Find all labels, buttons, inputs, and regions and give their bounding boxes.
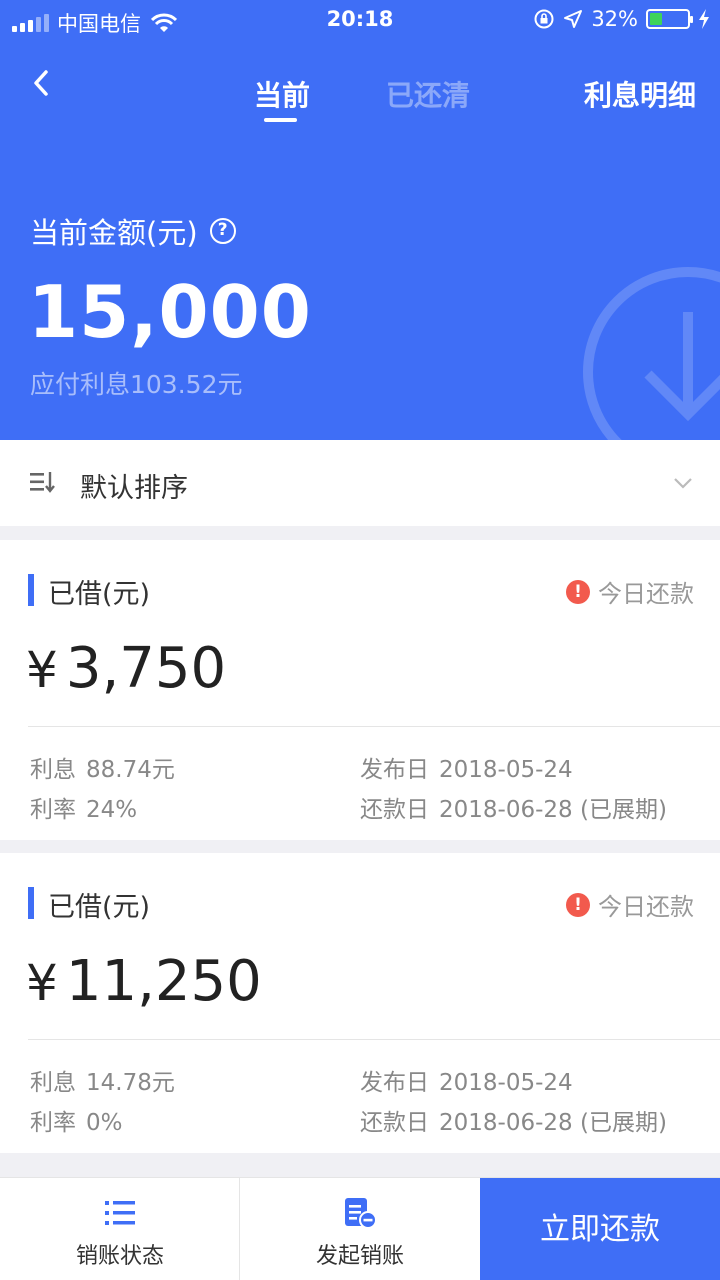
due-today-badge: ! 今日还款 — [566, 574, 694, 609]
status-bar: 中国电信 20:18 32% — [0, 0, 720, 40]
chevron-left-icon — [34, 70, 48, 96]
current-amount-label: 当前金额(元) ? — [30, 210, 236, 252]
loan-issue-key: 发布日 — [360, 1070, 429, 1096]
battery-icon — [646, 9, 693, 29]
charging-icon — [699, 9, 709, 29]
summary-header: 中国电信 20:18 32% 当前 已还清 利息明细 当前金额(元) ? 15,… — [0, 0, 720, 440]
rotation-lock-icon — [534, 9, 554, 29]
divider — [28, 1039, 720, 1040]
loan-rate-key: 利率 — [30, 1110, 76, 1136]
loan-rate: 利率 0% — [30, 1103, 123, 1137]
loan-interest: 利息 88.74元 — [30, 750, 175, 784]
loan-card[interactable]: 已借(元) ! 今日还款 ¥ 11,250 利息 14.78元 利率 0% 发布日 2… — [0, 853, 720, 1153]
loan-interest-key: 利息 — [30, 757, 76, 783]
location-icon — [564, 10, 583, 28]
loan-issue-value: 2018-05-24 — [439, 1070, 573, 1096]
download-arrow-icon — [583, 267, 720, 440]
battery-percent: 32% — [591, 7, 638, 31]
loan-repay-key: 还款日 — [360, 797, 429, 823]
start-write-off-label: 发起销账 — [315, 1244, 404, 1269]
currency-symbol: ¥ — [26, 641, 58, 699]
loan-rate-value: 24% — [86, 797, 138, 823]
loan-repay-date: 还款日 2018-06-28 (已展期) — [360, 1103, 667, 1137]
due-today-badge: ! 今日还款 — [566, 887, 694, 922]
loan-card-title: 已借(元) — [48, 579, 151, 610]
sort-icon — [30, 472, 55, 493]
loan-interest-key: 利息 — [30, 1070, 76, 1096]
loan-issue-key: 发布日 — [360, 757, 429, 783]
current-amount-value: 15,000 — [28, 270, 312, 354]
loan-repay-value: 2018-06-28 (已展期) — [439, 797, 667, 823]
loan-interest-value: 88.74元 — [86, 757, 175, 783]
warning-icon: ! — [566, 579, 590, 604]
pay-now-button[interactable]: 立即还款 — [480, 1178, 720, 1280]
write-off-status-label: 销账状态 — [75, 1244, 164, 1269]
divider — [28, 726, 720, 727]
loan-repay-key: 还款日 — [360, 1110, 429, 1136]
card-accent-bar — [28, 887, 34, 919]
loan-repay-value: 2018-06-28 (已展期) — [439, 1110, 667, 1136]
due-today-label: 今日还款 — [598, 893, 694, 921]
loan-amount-value: 11,250 — [65, 949, 262, 1014]
interest-due: 应付利息103.52元 — [30, 370, 243, 399]
loan-card-title: 已借(元) — [48, 892, 151, 923]
loan-rate: 利率 24% — [30, 790, 137, 824]
loan-amount: ¥ 3,750 — [26, 636, 226, 701]
loan-interest-value: 14.78元 — [86, 1070, 175, 1096]
write-off-status-button[interactable]: 销账状态 — [0, 1178, 240, 1280]
loan-issue-date: 发布日 2018-05-24 — [360, 750, 573, 784]
list-icon — [105, 1201, 135, 1225]
loan-amount-value: 3,750 — [65, 636, 227, 701]
current-amount-label-text: 当前金额(元) — [30, 216, 198, 250]
document-minus-icon — [345, 1198, 377, 1229]
warning-icon: ! — [566, 892, 590, 917]
question-icon[interactable]: ? — [209, 218, 236, 244]
loan-issue-date: 发布日 2018-05-24 — [360, 1063, 573, 1097]
tab-current[interactable]: 当前 — [254, 74, 310, 114]
interest-detail-link[interactable]: 利息明细 — [584, 74, 696, 114]
loan-rate-value: 0% — [86, 1110, 123, 1136]
start-write-off-button[interactable]: 发起销账 — [240, 1178, 480, 1280]
sort-label: 默认排序 — [80, 473, 188, 504]
loan-issue-value: 2018-05-24 — [439, 757, 573, 783]
active-tab-indicator — [264, 118, 297, 122]
top-nav: 当前 已还清 利息明细 — [0, 60, 720, 130]
chevron-down-icon — [674, 478, 692, 489]
currency-symbol: ¥ — [26, 954, 58, 1012]
bottom-action-bar: 销账状态 发起销账 立即还款 — [0, 1177, 720, 1280]
tab-cleared[interactable]: 已还清 — [386, 74, 470, 114]
sort-selector[interactable]: 默认排序 — [0, 440, 720, 526]
loan-repay-date: 还款日 2018-06-28 (已展期) — [360, 790, 667, 824]
card-accent-bar — [28, 574, 34, 606]
loan-interest: 利息 14.78元 — [30, 1063, 175, 1097]
due-today-label: 今日还款 — [598, 580, 694, 608]
loan-rate-key: 利率 — [30, 797, 76, 823]
loan-card[interactable]: 已借(元) ! 今日还款 ¥ 3,750 利息 88.74元 利率 24% 发布日 2… — [0, 540, 720, 840]
loan-amount: ¥ 11,250 — [26, 949, 262, 1014]
back-button[interactable] — [24, 64, 64, 104]
